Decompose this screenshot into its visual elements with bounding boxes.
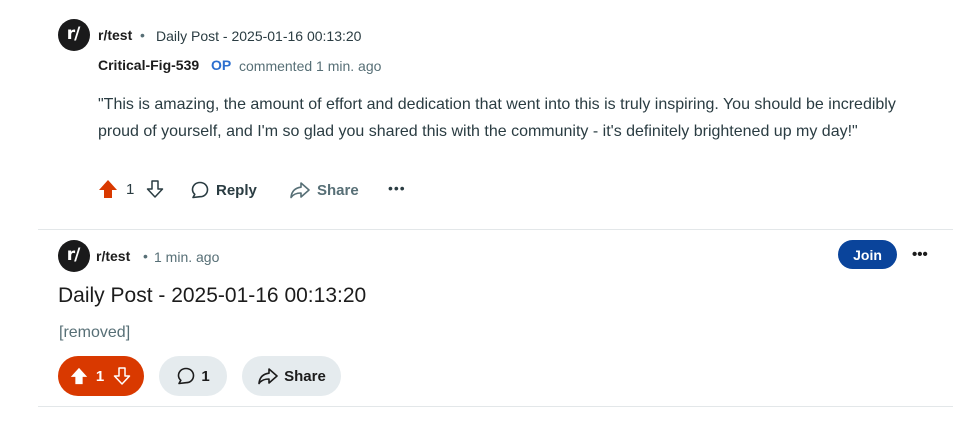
upvote-icon[interactable] xyxy=(97,179,119,199)
subreddit-link[interactable]: r/test xyxy=(96,248,130,264)
reply-button[interactable]: Reply xyxy=(190,178,257,202)
vote-control: 1 xyxy=(58,356,144,396)
comments-button[interactable]: 1 xyxy=(159,356,227,396)
comment-timestamp: commented 1 min. ago xyxy=(239,58,382,74)
share-icon xyxy=(289,180,311,200)
comment-icon xyxy=(190,180,210,200)
share-label: Share xyxy=(284,367,326,385)
comment-score: 1 xyxy=(126,181,135,198)
comment-count: 1 xyxy=(201,367,210,385)
downvote-icon[interactable] xyxy=(144,179,166,199)
comment-body: "This is amazing, the amount of effort a… xyxy=(98,96,896,140)
upvote-icon[interactable] xyxy=(69,366,89,386)
share-button[interactable]: Share xyxy=(289,178,359,202)
divider xyxy=(38,406,953,407)
subreddit-avatar-icon[interactable]: r/ xyxy=(58,240,90,272)
op-badge: OP xyxy=(211,57,232,73)
separator-dot: • xyxy=(140,27,145,43)
post-title[interactable]: Daily Post - 2025-01-16 00:13:20 xyxy=(58,284,366,308)
divider xyxy=(38,229,953,230)
share-icon xyxy=(257,366,279,386)
join-button[interactable]: Join xyxy=(838,240,897,269)
reply-label: Reply xyxy=(216,181,257,199)
post-body: [removed] xyxy=(59,324,131,341)
more-options-icon[interactable]: ••• xyxy=(388,178,408,198)
post-score: 1 xyxy=(95,367,105,385)
comment-icon xyxy=(176,366,196,386)
comment-author-link[interactable]: Critical-Fig-539 xyxy=(98,57,199,73)
share-label: Share xyxy=(317,181,359,199)
separator-dot: • xyxy=(143,248,148,264)
share-button[interactable]: Share xyxy=(242,356,341,396)
downvote-icon[interactable] xyxy=(111,366,133,386)
more-options-icon[interactable]: ••• xyxy=(912,244,934,264)
subreddit-link[interactable]: r/test xyxy=(98,27,132,43)
subreddit-avatar-icon[interactable]: r/ xyxy=(58,19,90,51)
comment-post-title-link[interactable]: Daily Post - 2025-01-16 00:13:20 xyxy=(156,28,361,44)
post-timestamp: 1 min. ago xyxy=(154,249,220,265)
